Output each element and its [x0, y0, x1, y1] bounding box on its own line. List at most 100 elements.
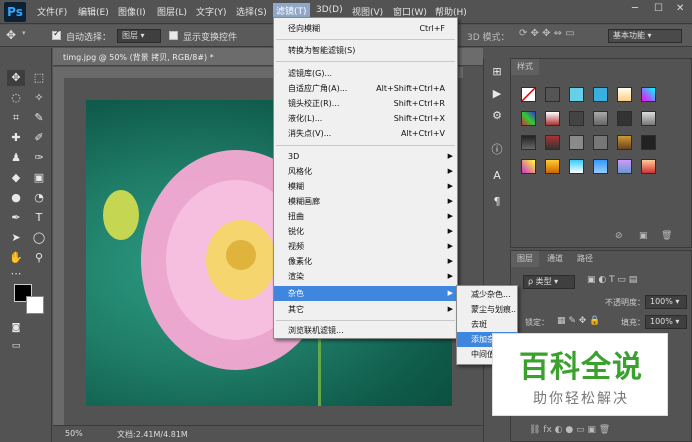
style-swatch[interactable]: [569, 159, 584, 174]
zoom-level[interactable]: 50%: [65, 429, 83, 438]
brush-tool-icon[interactable]: ✐: [30, 130, 48, 146]
quick-mask-icon[interactable]: ◙: [7, 320, 25, 336]
auto-select-dropdown[interactable]: 图层 ▾: [117, 29, 161, 43]
style-swatch[interactable]: [521, 159, 536, 174]
layer-filter-icons[interactable]: ▣ ◐ T ▭ ▤: [587, 275, 637, 285]
minimize-icon[interactable]: ─: [632, 3, 638, 14]
filter-gallery[interactable]: 滤镜库(G)...: [274, 66, 457, 81]
show-transform-checkbox[interactable]: [169, 31, 178, 40]
style-swatch[interactable]: [545, 87, 560, 102]
filter-stylize[interactable]: 风格化 ▶: [274, 164, 457, 179]
filter-blur[interactable]: 模糊 ▶: [274, 179, 457, 194]
style-swatch[interactable]: [641, 159, 656, 174]
filter-sharpen[interactable]: 锐化 ▶: [274, 224, 457, 239]
fill-field[interactable]: 100% ▾: [645, 315, 687, 329]
history-brush-icon[interactable]: ✑: [30, 150, 48, 166]
style-swatch[interactable]: [569, 111, 584, 126]
style-swatch[interactable]: [641, 87, 656, 102]
style-swatch[interactable]: [545, 159, 560, 174]
info-icon[interactable]: ⓘ: [488, 142, 506, 158]
style-swatch[interactable]: [569, 135, 584, 150]
adjustments-icon[interactable]: ⚙: [488, 108, 506, 124]
filter-3d[interactable]: 3D ▶: [274, 149, 457, 164]
opacity-field[interactable]: 100% ▾: [645, 295, 687, 309]
workspace-dropdown[interactable]: 基本功能 ▾: [608, 29, 682, 43]
filter-other[interactable]: 其它 ▶: [274, 302, 457, 317]
crop-tool-icon[interactable]: ⌗: [7, 110, 25, 126]
clear-style-icon[interactable]: ⊘: [615, 231, 623, 241]
eyedropper-icon[interactable]: ✎: [30, 110, 48, 126]
eraser-tool-icon[interactable]: ◆: [7, 170, 25, 186]
menu-select[interactable]: 选择(S): [236, 5, 267, 18]
style-swatch[interactable]: [593, 111, 608, 126]
tab-layers[interactable]: 图层: [511, 251, 539, 267]
noise-despeckle[interactable]: 去斑: [457, 317, 517, 332]
style-swatch[interactable]: [617, 111, 632, 126]
menu-edit[interactable]: 编辑(E): [78, 5, 109, 18]
filter-pixelate[interactable]: 像素化 ▶: [274, 254, 457, 269]
filter-distort[interactable]: 扭曲 ▶: [274, 209, 457, 224]
hand-tool-icon[interactable]: ✋: [7, 250, 25, 266]
filter-lens-correction[interactable]: 镜头校正(R)... Shift+Ctrl+R: [274, 96, 457, 111]
background-color-swatch[interactable]: [26, 296, 44, 314]
delete-style-icon[interactable]: 🗑: [661, 231, 672, 241]
filter-convert-smart[interactable]: 转换为智能滤镜(S): [274, 43, 457, 58]
filter-vanishing-point[interactable]: 消失点(V)... Alt+Ctrl+V: [274, 126, 457, 141]
style-swatch[interactable]: [641, 135, 656, 150]
pen-tool-icon[interactable]: ✒: [7, 210, 25, 226]
style-swatch[interactable]: [521, 135, 536, 150]
style-swatch[interactable]: [593, 135, 608, 150]
style-swatch[interactable]: [521, 111, 536, 126]
close-icon[interactable]: ✕: [676, 3, 684, 14]
blur-tool-icon[interactable]: ●: [7, 190, 25, 206]
style-swatch[interactable]: [617, 87, 632, 102]
shape-tool-icon[interactable]: ◯: [30, 230, 48, 246]
path-select-icon[interactable]: ➤: [7, 230, 25, 246]
dodge-tool-icon[interactable]: ◔: [30, 190, 48, 206]
clone-stamp-icon[interactable]: ♟: [7, 150, 25, 166]
style-swatch[interactable]: [545, 111, 560, 126]
lasso-tool-icon[interactable]: ◌: [7, 90, 25, 106]
lock-icons[interactable]: ▦ ✎ ✥ 🔒: [557, 316, 600, 326]
gradient-tool-icon[interactable]: ▣: [30, 170, 48, 186]
screen-mode-icon[interactable]: ▭: [7, 338, 25, 354]
type-tool-icon[interactable]: T: [30, 210, 48, 226]
menu-file[interactable]: 文件(F): [37, 5, 67, 18]
style-swatch[interactable]: [521, 87, 536, 102]
actions-play-icon[interactable]: ▶: [488, 86, 506, 102]
new-style-icon[interactable]: ▣: [639, 231, 648, 241]
menu-layer[interactable]: 图层(L): [157, 5, 187, 18]
move-tool-icon[interactable]: ✥: [7, 70, 25, 86]
history-icon[interactable]: ⊞: [488, 64, 506, 80]
tab-paths[interactable]: 路径: [571, 251, 599, 267]
chevron-down-icon[interactable]: ▾: [22, 29, 26, 37]
noise-reduce[interactable]: 减少杂色...: [457, 287, 517, 302]
menu-type[interactable]: 文字(Y): [196, 5, 227, 18]
filter-render[interactable]: 渲染 ▶: [274, 269, 457, 284]
filter-adaptive-wide-angle[interactable]: 自适应广角(A)... Alt+Shift+Ctrl+A: [274, 81, 457, 96]
style-swatch[interactable]: [569, 87, 584, 102]
tab-channels[interactable]: 通道: [541, 251, 569, 267]
healing-brush-icon[interactable]: ✚: [7, 130, 25, 146]
noise-dust-scratches[interactable]: 蒙尘与划痕...: [457, 302, 517, 317]
maximize-icon[interactable]: ☐: [654, 3, 663, 14]
filter-noise[interactable]: 杂色 ▶: [274, 286, 457, 301]
layer-kind-filter[interactable]: ρ 类型 ▾: [523, 275, 575, 289]
style-swatch[interactable]: [593, 87, 608, 102]
auto-select-checkbox[interactable]: ✓: [52, 29, 61, 40]
move-tool-icon[interactable]: ✥: [6, 28, 16, 42]
character-icon[interactable]: A: [488, 168, 506, 184]
style-swatch[interactable]: [593, 159, 608, 174]
menu-image[interactable]: 图像(I): [118, 5, 146, 18]
zoom-tool-icon[interactable]: ⚲: [30, 250, 48, 266]
filter-liquify[interactable]: 液化(L)... Shift+Ctrl+X: [274, 111, 457, 126]
menu-3d[interactable]: 3D(D): [316, 5, 343, 15]
magic-wand-icon[interactable]: ✧: [30, 90, 48, 106]
filter-last-filter[interactable]: 径向模糊 Ctrl+F: [274, 21, 457, 36]
style-swatch[interactable]: [617, 159, 632, 174]
more-tools-icon[interactable]: ⋯: [7, 266, 25, 282]
filter-blur-gallery[interactable]: 模糊画廊 ▶: [274, 194, 457, 209]
layer-bottom-icons[interactable]: ⛓ fx ◐ ● ▭ ▣ 🗑: [529, 425, 610, 435]
style-swatch[interactable]: [617, 135, 632, 150]
paragraph-icon[interactable]: ¶: [488, 194, 506, 210]
